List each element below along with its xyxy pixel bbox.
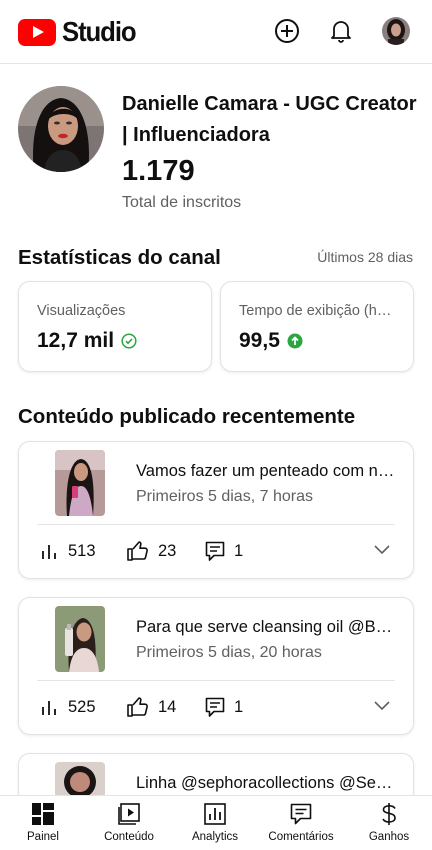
channel-avatar bbox=[18, 86, 104, 172]
comments-count: 1 bbox=[234, 542, 244, 560]
nav-comments[interactable]: Comentários bbox=[258, 802, 344, 844]
dashboard-icon bbox=[32, 802, 54, 826]
watch-time-stat-card[interactable]: Tempo de exibição (horas) 99,5 bbox=[220, 281, 414, 372]
views-metric: 525 bbox=[41, 696, 96, 718]
nav-label: Conteúdo bbox=[104, 831, 154, 843]
thumbs-up-icon bbox=[127, 697, 148, 717]
comments-metric: 1 bbox=[205, 540, 243, 562]
video-title: Vamos fazer um penteado com nós? bbox=[136, 462, 398, 480]
stats-section-title: Estatísticas do canal bbox=[18, 246, 221, 269]
divider bbox=[37, 680, 395, 681]
video-title: Para que serve cleansing oil @Boticário bbox=[136, 618, 398, 636]
video-period: Primeiros 5 dias, 7 horas bbox=[136, 488, 313, 505]
stat-value: 12,7 mil bbox=[37, 328, 137, 354]
comment-icon bbox=[205, 541, 225, 561]
chevron-down-icon[interactable] bbox=[373, 542, 391, 560]
content-icon bbox=[118, 802, 140, 826]
bar-chart-icon bbox=[42, 545, 56, 559]
likes-count: 14 bbox=[158, 698, 177, 716]
stat-label: Tempo de exibição (horas) bbox=[239, 303, 399, 319]
nav-label: Comentários bbox=[268, 831, 334, 843]
subscriber-count: 1.179 bbox=[122, 155, 195, 187]
video-title: Linha @sephoracollections @Sephora bbox=[136, 774, 398, 792]
comments-count: 1 bbox=[234, 698, 244, 716]
arrow-up-circle-icon bbox=[287, 333, 303, 349]
video-thumbnail bbox=[55, 450, 105, 516]
stat-label: Visualizações bbox=[37, 303, 126, 319]
nav-earn[interactable]: Ganhos bbox=[346, 802, 432, 844]
nav-analytics[interactable]: Analytics bbox=[172, 802, 258, 844]
earn-icon bbox=[380, 802, 398, 826]
video-thumbnail bbox=[55, 606, 105, 672]
likes-count: 23 bbox=[158, 542, 177, 560]
create-icon[interactable] bbox=[273, 17, 301, 45]
account-avatar[interactable] bbox=[382, 17, 410, 45]
video-card[interactable]: Vamos fazer um penteado com nós? Primeir… bbox=[18, 441, 414, 579]
nav-label: Painel bbox=[27, 831, 59, 843]
likes-metric: 14 bbox=[127, 696, 176, 718]
recent-section-title: Conteúdo publicado recentemente bbox=[18, 405, 356, 428]
notifications-icon[interactable] bbox=[327, 17, 355, 45]
comments-icon bbox=[290, 802, 312, 826]
views-count: 525 bbox=[68, 698, 96, 716]
views-metric: 513 bbox=[41, 540, 96, 562]
nav-content[interactable]: Conteúdo bbox=[86, 802, 172, 844]
views-count: 513 bbox=[68, 542, 96, 560]
thumbs-up-icon bbox=[127, 541, 148, 561]
top-app-bar: Studio bbox=[0, 0, 432, 64]
bar-chart-icon bbox=[42, 701, 56, 715]
check-circle-icon bbox=[121, 333, 137, 349]
analytics-icon bbox=[204, 802, 226, 826]
views-value: 12,7 mil bbox=[37, 329, 115, 352]
video-period: Primeiros 5 dias, 20 horas bbox=[136, 644, 322, 661]
channel-name: Danielle Camara - UGC Creator | Influenc… bbox=[122, 93, 417, 146]
video-card[interactable]: Para que serve cleansing oil @Boticário … bbox=[18, 597, 414, 735]
subscriber-label: Total de inscritos bbox=[122, 194, 242, 211]
nav-dashboard[interactable]: Painel bbox=[0, 802, 86, 844]
brand-name: Studio bbox=[62, 16, 137, 47]
watch-time-value: 99,5 bbox=[239, 329, 280, 352]
stat-value: 99,5 bbox=[239, 328, 303, 354]
youtube-play-icon bbox=[18, 18, 56, 46]
likes-metric: 23 bbox=[127, 540, 176, 562]
comments-metric: 1 bbox=[205, 696, 243, 718]
chevron-down-icon[interactable] bbox=[373, 698, 391, 716]
divider bbox=[37, 524, 395, 525]
nav-label: Ganhos bbox=[368, 831, 410, 843]
nav-label: Analytics bbox=[191, 831, 239, 843]
views-stat-card[interactable]: Visualizações 12,7 mil bbox=[18, 281, 212, 372]
bottom-navigation: Painel Conteúdo Analytics Comentários Ga… bbox=[0, 795, 432, 850]
comment-icon bbox=[205, 697, 225, 717]
stats-period[interactable]: Últimos 28 dias bbox=[317, 248, 413, 266]
youtube-studio-logo[interactable]: Studio bbox=[18, 17, 142, 47]
